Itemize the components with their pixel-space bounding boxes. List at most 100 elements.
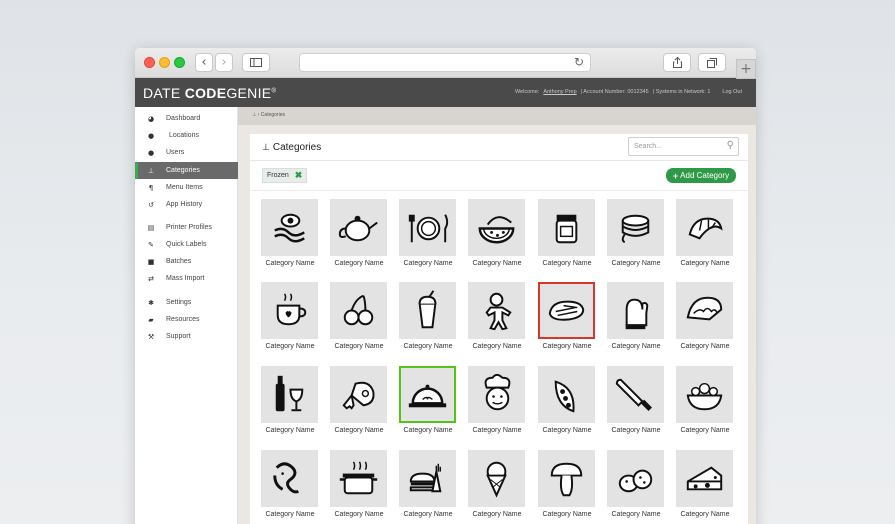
category-name-label[interactable]: Category Name [601,427,671,434]
address-bar[interactable]: ↻ [299,53,591,72]
category-name-label[interactable]: Category Name [255,511,325,518]
category-name-label[interactable]: Category Name [532,343,602,350]
archive-icon: ■ [147,257,155,266]
new-tab-button[interactable]: + [736,59,756,79]
category-name-label[interactable]: Category Name [601,511,671,518]
search-input[interactable]: Search... ⚲ [628,137,739,156]
sidebar-item-settings[interactable]: ✱ Settings [135,294,238,311]
breadcrumb[interactable]: ⊥ › Categories [252,112,285,118]
brand-logo[interactable]: DATE CODEGENIE® [143,85,276,101]
category-tile[interactable] [330,366,387,423]
zoom-window-button[interactable] [174,57,185,68]
category-name-label[interactable]: Category Name [393,427,463,434]
category-name-label[interactable]: Category Name [462,427,532,434]
category-tile[interactable] [330,450,387,507]
category-tile[interactable] [676,450,733,507]
sidebar-item-quick-labels[interactable]: ✎ Quick Labels [135,236,238,253]
category-name-label[interactable]: Category Name [255,427,325,434]
category-name-label[interactable]: Category Name [532,511,602,518]
remove-filter-icon[interactable]: ✖ [295,170,303,181]
category-name-label[interactable]: Category Name [670,260,740,267]
category-tile[interactable] [538,450,595,507]
category-tile[interactable] [676,282,733,339]
ham-leg-icon [342,381,375,410]
user-link[interactable]: Anthony Prep [543,89,576,95]
category-tile[interactable] [330,199,387,256]
wrench-icon: ⚒ [147,332,155,341]
category-tile[interactable] [261,282,318,339]
category-tile[interactable] [261,450,318,507]
octopus-icon [273,462,300,494]
category-tile[interactable] [399,450,456,507]
category-name-label[interactable]: Category Name [324,343,394,350]
category-tile[interactable] [607,450,664,507]
category-tile[interactable] [261,199,318,256]
category-tile[interactable] [399,282,456,339]
category-name-label[interactable]: Category Name [393,343,463,350]
category-tile[interactable] [676,366,733,423]
close-window-button[interactable] [144,57,155,68]
sidebar-item-locations[interactable]: ● Locations [135,127,238,144]
sidebar-item-support[interactable]: ⚒ Support [135,328,238,345]
category-name-label[interactable]: Category Name [255,260,325,267]
sidebar-item-resources[interactable]: ▰ Resources [135,311,238,328]
tabs-icon [707,57,717,68]
back-button[interactable]: ‹ [195,53,213,72]
category-name-label[interactable]: Category Name [462,511,532,518]
category-tile[interactable] [468,366,525,423]
category-name-label[interactable]: Category Name [255,343,325,350]
milkshake-icon [418,290,437,329]
category-tile[interactable] [607,282,664,339]
add-category-button[interactable]: + Add Category [666,168,736,183]
burger-fries-icon [409,463,442,493]
reload-icon[interactable]: ↻ [574,55,584,69]
sidebar-toggle-button[interactable] [242,53,270,72]
category-tile[interactable] [468,450,525,507]
sidebar-item-categories[interactable]: ⊥ Categories [135,162,238,179]
sidebar-item-dashboard[interactable]: ◕ Dashboard [135,110,238,127]
sidebar-item-users[interactable]: ● Users [135,144,238,161]
logout-link[interactable]: Log Out [722,89,742,95]
category-name-label[interactable]: Category Name [324,427,394,434]
category-name-label[interactable]: Category Name [670,427,740,434]
filter-tag[interactable]: Frozen ✖ [262,168,308,183]
watermelon-icon [478,216,515,244]
category-tile[interactable] [261,366,318,423]
sidebar-item-app-history[interactable]: ↺ App History [135,196,238,213]
chef-icon [484,373,511,411]
category-name-label[interactable]: Category Name [393,511,463,518]
category-tile[interactable] [538,282,595,339]
sidebar-item-batches[interactable]: ■ Batches [135,253,238,270]
category-name-label[interactable]: Category Name [324,511,394,518]
category-tile[interactable] [399,366,456,423]
share-button[interactable] [663,53,691,72]
category-name-label[interactable]: Category Name [324,260,394,267]
category-name-label[interactable]: Category Name [532,427,602,434]
category-name-label[interactable]: Category Name [462,260,532,267]
category-tile[interactable] [538,366,595,423]
sidebar-item-printer-profiles[interactable]: ▤ Printer Profiles [135,219,238,236]
category-tile[interactable] [676,199,733,256]
category-tile[interactable] [330,282,387,339]
account-info: Welcome: Anthony Prep | Account Number: … [515,89,742,95]
minimize-window-button[interactable] [159,57,170,68]
sidebar-item-mass-import[interactable]: ⇄ Mass Import [135,270,238,287]
search-icon[interactable]: ⚲ [727,140,734,151]
forward-button[interactable]: › [215,53,233,72]
category-name-label[interactable]: Category Name [601,260,671,267]
category-tile[interactable] [468,282,525,339]
category-name-label[interactable]: Category Name [670,511,740,518]
category-tile[interactable] [607,366,664,423]
category-name-label[interactable]: Category Name [532,260,602,267]
category-tile[interactable] [399,199,456,256]
category-tile[interactable] [538,199,595,256]
category-name-label[interactable]: Category Name [601,343,671,350]
category-name-label[interactable]: Category Name [393,260,463,267]
croissant-icon [688,217,723,240]
sidebar-item-menu-items[interactable]: ¶ Menu Items [135,179,238,196]
category-tile[interactable] [607,199,664,256]
category-tile[interactable] [468,199,525,256]
category-name-label[interactable]: Category Name [462,343,532,350]
category-name-label[interactable]: Category Name [670,343,740,350]
tabs-overview-button[interactable] [698,53,726,72]
